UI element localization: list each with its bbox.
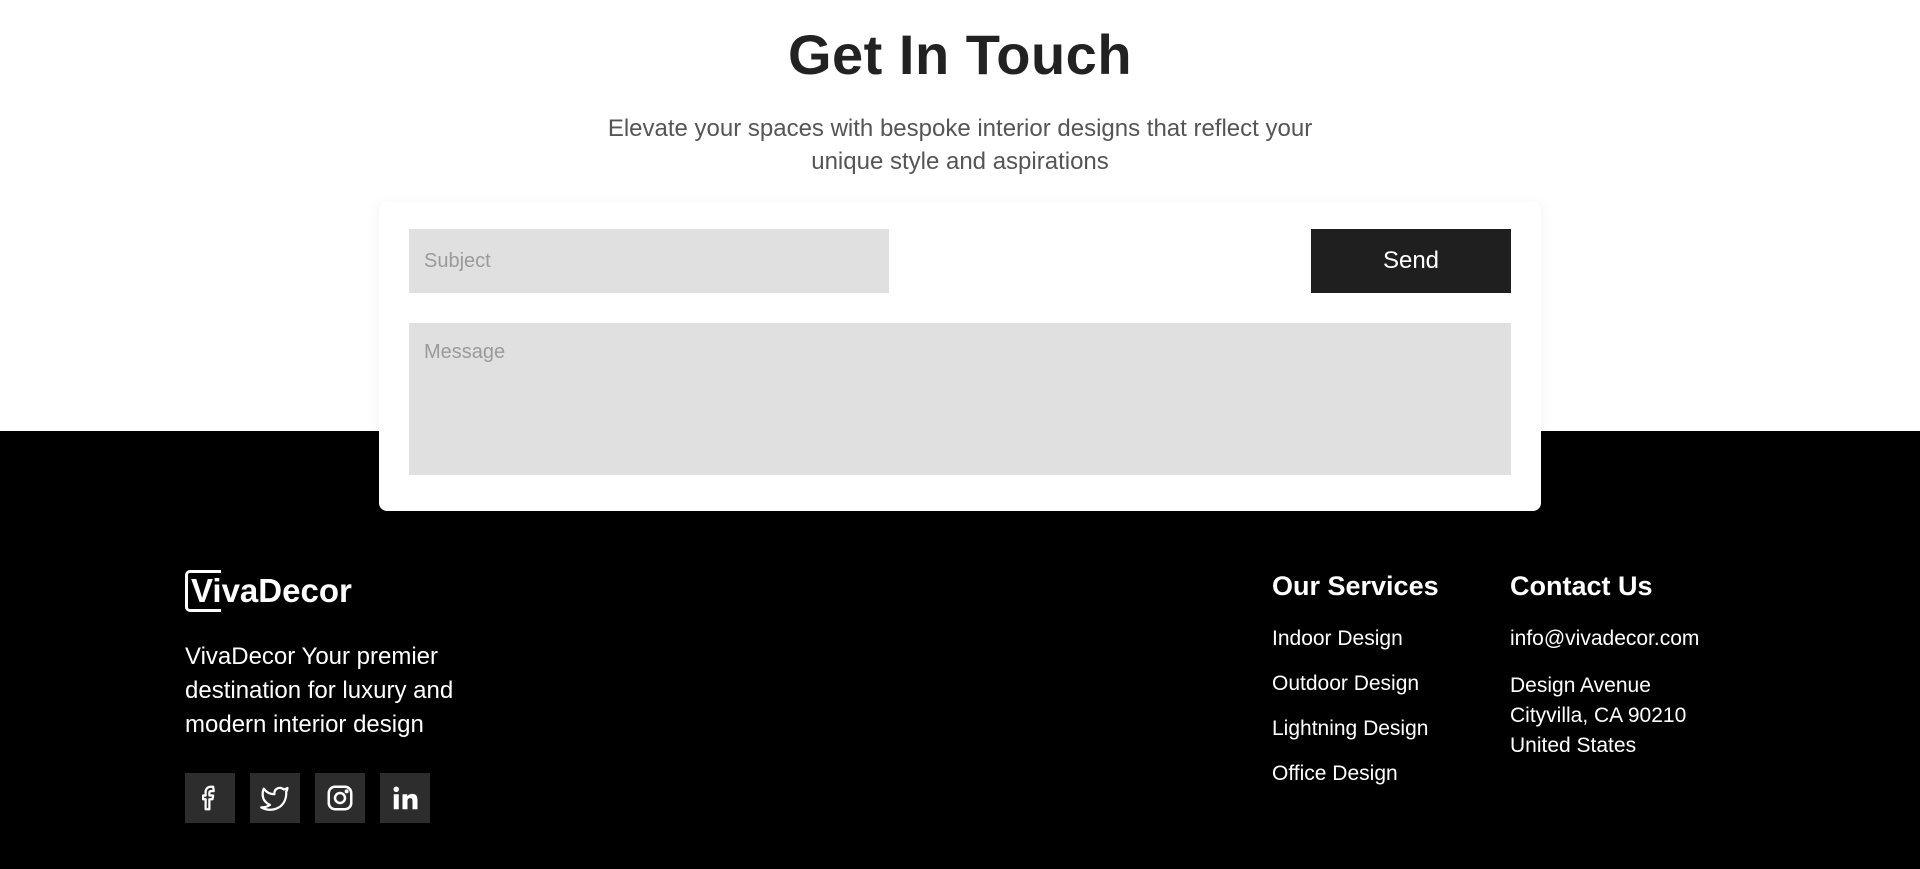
send-button[interactable]: Send xyxy=(1311,229,1511,293)
address-line: United States xyxy=(1510,734,1637,757)
logo-text: VivaDecor xyxy=(191,572,352,609)
service-link[interactable]: Office Design xyxy=(1272,761,1428,806)
service-link[interactable]: Indoor Design xyxy=(1272,626,1428,671)
twitter-link[interactable] xyxy=(250,773,300,823)
footer-logo[interactable]: VivaDecor xyxy=(185,570,352,612)
message-input[interactable] xyxy=(409,323,1511,475)
address-line: Design Avenue xyxy=(1510,674,1651,697)
page: Get In Touch Elevate your spaces with be… xyxy=(0,0,1920,869)
service-link[interactable]: Outdoor Design xyxy=(1272,671,1428,716)
contact-form: Send xyxy=(379,202,1541,511)
subject-input[interactable] xyxy=(409,229,889,293)
contact-address: Design Avenue Cityvilla, CA 90210 United… xyxy=(1510,671,1686,761)
contact-subtitle: Elevate your spaces with bespoke interio… xyxy=(607,115,1313,175)
footer-tagline: VivaDecor Your premier destination for l… xyxy=(185,643,454,738)
social-links xyxy=(185,773,430,823)
instagram-icon xyxy=(327,785,353,811)
contact-heading: Get In Touch xyxy=(787,23,1133,86)
contact-us-title: Contact Us xyxy=(1510,571,1653,601)
facebook-icon xyxy=(202,785,215,811)
linkedin-icon xyxy=(393,786,418,810)
address-line: Cityvilla, CA 90210 xyxy=(1510,704,1687,727)
linkedin-link[interactable] xyxy=(380,773,430,823)
contact-email[interactable]: info@vivadecor.com xyxy=(1510,626,1699,652)
facebook-link[interactable] xyxy=(185,773,235,823)
service-link[interactable]: Lightning Design xyxy=(1272,716,1428,761)
services-title: Our Services xyxy=(1272,571,1439,601)
twitter-icon xyxy=(260,786,289,811)
services-list: Indoor Design Outdoor Design Lightning D… xyxy=(1272,626,1428,806)
instagram-link[interactable] xyxy=(315,773,365,823)
